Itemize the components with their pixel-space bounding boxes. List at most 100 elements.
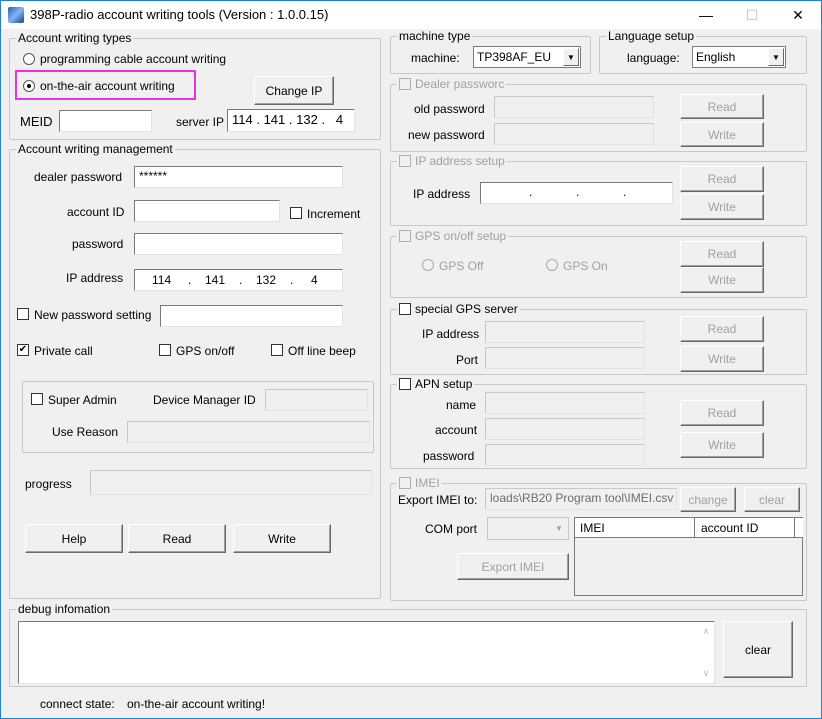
- scroll-up-icon[interactable]: ∧: [703, 626, 710, 637]
- language-select[interactable]: English ▼: [692, 46, 786, 68]
- password-label: password: [72, 237, 124, 251]
- gps-read-button[interactable]: Read: [680, 241, 764, 267]
- gps-onoff-checkbox[interactable]: [159, 344, 171, 356]
- offline-beep-checkbox[interactable]: [271, 344, 283, 356]
- server-ip-octet-1: 114: [232, 112, 253, 127]
- account-id-label: account ID: [67, 205, 125, 219]
- private-call-label[interactable]: Private call: [34, 344, 93, 358]
- account-id-column-header[interactable]: account ID: [695, 518, 795, 538]
- gps-setup-checkbox[interactable]: [399, 230, 411, 242]
- special-gps-port-input[interactable]: [485, 347, 645, 369]
- imei-legend: IMEI: [397, 476, 442, 490]
- com-port-label: COM port: [425, 522, 478, 536]
- imei-checkbox[interactable]: [399, 477, 411, 489]
- dealer-password-input[interactable]: ******: [134, 166, 343, 188]
- new-password-checkbox[interactable]: [17, 308, 29, 320]
- on-the-air-radio[interactable]: [23, 80, 35, 92]
- apn-name-label: name: [446, 398, 477, 412]
- apn-account-input[interactable]: [485, 418, 645, 440]
- imei-clear-button[interactable]: clear: [744, 487, 800, 512]
- language-label: language:: [627, 51, 680, 65]
- debug-textarea[interactable]: [18, 621, 715, 684]
- machine-type-legend: machine type: [397, 29, 473, 43]
- new-password-input[interactable]: [160, 305, 343, 327]
- special-gps-read-button[interactable]: Read: [680, 316, 764, 342]
- imei-legend-text: IMEI: [415, 476, 440, 490]
- dealer-password-checkbox[interactable]: [399, 78, 411, 90]
- gps-onoff-label[interactable]: GPS on/off: [176, 344, 234, 358]
- machine-selected-value: TP398AF_EU: [477, 50, 552, 64]
- read-button[interactable]: Read: [128, 524, 226, 553]
- ip-separator: .: [576, 185, 580, 199]
- password-input[interactable]: [134, 233, 343, 255]
- on-the-air-label[interactable]: on-the-air account writing: [40, 79, 175, 93]
- debug-clear-button[interactable]: clear: [723, 621, 793, 678]
- device-manager-id-label: Device Manager ID: [153, 393, 256, 407]
- dealer-password-legend: Dealer passworc: [397, 77, 507, 91]
- export-path-input[interactable]: loads\RB20 Program tool\IMEI.csv: [485, 488, 677, 510]
- ip-setup-ip-label: IP address: [413, 187, 471, 201]
- meid-input[interactable]: [59, 110, 152, 132]
- ip-setup-checkbox[interactable]: [399, 155, 411, 167]
- progress-bar: [90, 470, 372, 495]
- special-gps-write-button[interactable]: Write: [680, 346, 764, 372]
- gps-on-label[interactable]: GPS On: [563, 259, 608, 273]
- increment-checkbox[interactable]: [290, 207, 302, 219]
- chevron-down-icon[interactable]: ▼: [563, 48, 579, 66]
- meid-label: MEID: [20, 114, 53, 129]
- minimize-button[interactable]: —: [683, 1, 729, 29]
- gps-off-label[interactable]: GPS Off: [439, 259, 483, 273]
- offline-beep-label[interactable]: Off line beep: [288, 344, 356, 358]
- apn-password-input[interactable]: [485, 444, 645, 466]
- apn-read-button[interactable]: Read: [680, 400, 764, 426]
- ip-separator: .: [239, 273, 243, 287]
- machine-select[interactable]: TP398AF_EU ▼: [473, 46, 581, 68]
- imei-change-button[interactable]: change: [680, 487, 736, 512]
- debug-scrollbar[interactable]: ∧ ∨: [698, 622, 714, 683]
- super-admin-label[interactable]: Super Admin: [48, 393, 117, 407]
- close-button[interactable]: ✕: [775, 1, 821, 29]
- account-id-input[interactable]: [134, 200, 280, 222]
- old-password-label: old password: [414, 102, 485, 116]
- chevron-down-icon[interactable]: ▼: [551, 519, 567, 538]
- chevron-down-icon[interactable]: ▼: [768, 48, 784, 66]
- ip-setup-ip-input[interactable]: . . .: [480, 182, 673, 204]
- apn-write-button[interactable]: Write: [680, 432, 764, 458]
- gps-write-button[interactable]: Write: [680, 267, 764, 293]
- scroll-down-icon[interactable]: ∨: [703, 668, 710, 679]
- old-password-input[interactable]: [494, 96, 654, 118]
- imei-column-header[interactable]: IMEI: [575, 518, 695, 538]
- super-admin-checkbox[interactable]: [31, 393, 43, 405]
- ip-address-input[interactable]: 114 . 141 . 132 . 4: [134, 269, 343, 291]
- ip-setup-write-button[interactable]: Write: [680, 194, 764, 220]
- special-gps-ip-input[interactable]: [485, 321, 645, 343]
- programming-cable-label[interactable]: programming cable account writing: [40, 52, 226, 66]
- connect-state-label: connect state:: [40, 697, 115, 711]
- write-button[interactable]: Write: [233, 524, 331, 553]
- dealer-read-button[interactable]: Read: [680, 94, 764, 119]
- server-ip-input[interactable]: 114 . 141 . 132 . 4: [227, 109, 355, 132]
- help-button[interactable]: Help: [25, 524, 123, 553]
- apn-setup-checkbox[interactable]: [399, 378, 411, 390]
- increment-label[interactable]: Increment: [307, 207, 360, 221]
- gps-off-radio[interactable]: [422, 259, 434, 271]
- special-gps-ip-label: IP address: [422, 327, 480, 341]
- device-manager-id-input[interactable]: [265, 389, 368, 411]
- export-imei-button[interactable]: Export IMEI: [457, 553, 569, 580]
- maximize-button[interactable]: ☐: [729, 1, 775, 29]
- com-port-select[interactable]: ▼: [487, 517, 569, 540]
- new-password-input-right[interactable]: [494, 123, 654, 145]
- programming-cable-radio[interactable]: [23, 53, 35, 65]
- ip-setup-legend-text: IP address setup: [415, 154, 505, 168]
- private-call-checkbox[interactable]: ✔: [17, 344, 29, 356]
- use-reason-input[interactable]: [127, 421, 370, 443]
- change-ip-button[interactable]: Change IP: [254, 76, 334, 105]
- apn-name-input[interactable]: [485, 392, 645, 414]
- connect-state-value: on-the-air account writing!: [127, 697, 266, 711]
- gps-on-radio[interactable]: [546, 259, 558, 271]
- ip-setup-read-button[interactable]: Read: [680, 166, 764, 192]
- dealer-write-button[interactable]: Write: [680, 122, 764, 147]
- checkmark-icon: ✔: [18, 344, 28, 355]
- new-password-label[interactable]: New password setting: [34, 308, 151, 322]
- special-gps-checkbox[interactable]: [399, 303, 411, 315]
